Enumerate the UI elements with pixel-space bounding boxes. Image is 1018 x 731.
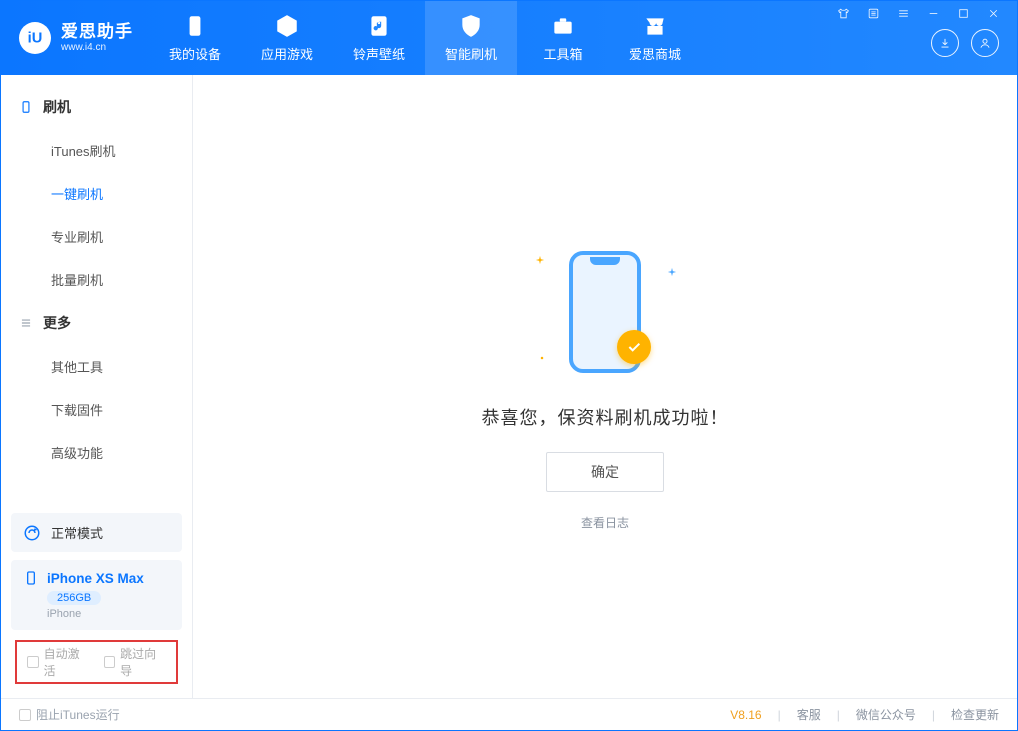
tab-label: 工具箱 (543, 44, 582, 63)
wechat-link[interactable]: 微信公众号 (856, 706, 916, 723)
sidebar-item-pro-flash[interactable]: 专业刷机 (1, 215, 192, 258)
download-icon[interactable] (931, 29, 959, 57)
brand-name: 爱思助手 (61, 23, 133, 42)
sidebar-item-batch-flash[interactable]: 批量刷机 (1, 258, 192, 301)
device-name: iPhone XS Max (47, 571, 144, 586)
statusbar: 阻止iTunes运行 V8.16 | 客服 | 微信公众号 | 检查更新 (1, 698, 1017, 730)
tab-ringtones[interactable]: 铃声壁纸 (333, 1, 425, 75)
mode-card[interactable]: 正常模式 (11, 513, 182, 552)
block-itunes-checkbox[interactable]: 阻止iTunes运行 (19, 706, 120, 723)
device-card[interactable]: iPhone XS Max 256GB iPhone (11, 560, 182, 630)
sidebar-group-more-title: 更多 (1, 301, 192, 345)
brand-url: www.i4.cn (61, 42, 133, 53)
tab-label: 智能刷机 (445, 44, 497, 63)
nav-tabs: 我的设备 应用游戏 铃声壁纸 智能刷机 工具箱 爱思商城 (149, 1, 701, 75)
auto-activate-checkbox[interactable]: 自动激活 (27, 645, 90, 679)
tab-toolbox[interactable]: 工具箱 (517, 1, 609, 75)
checkbox-icon (27, 656, 39, 668)
sidebar-item-onekey-flash[interactable]: 一键刷机 (1, 172, 192, 215)
sidebar-item-download-firmware[interactable]: 下载固件 (1, 388, 192, 431)
phone-icon (23, 570, 39, 586)
shield-refresh-icon (458, 13, 484, 39)
minimize-button[interactable] (925, 5, 941, 21)
tab-label: 爱思商城 (629, 44, 681, 63)
check-update-link[interactable]: 检查更新 (951, 706, 999, 723)
checkbox-icon (19, 709, 31, 721)
brand: iU 爱思助手 www.i4.cn (1, 1, 149, 75)
support-link[interactable]: 客服 (797, 706, 821, 723)
header-actions (931, 29, 1011, 57)
tab-flash[interactable]: 智能刷机 (425, 1, 517, 75)
options-highlight: 自动激活 跳过向导 (15, 640, 178, 684)
device-type: iPhone (47, 608, 170, 620)
checkbox-icon (104, 656, 116, 668)
titlebar: iU 爱思助手 www.i4.cn 我的设备 应用游戏 铃声壁纸 智能 (1, 1, 1017, 75)
tab-label: 我的设备 (169, 44, 221, 63)
header-right (835, 1, 1017, 75)
mode-icon (23, 524, 41, 542)
sidebar-item-advanced[interactable]: 高级功能 (1, 431, 192, 474)
list-icon (19, 316, 33, 330)
sparkle-icon (667, 264, 677, 282)
device-icon (19, 100, 33, 114)
phone-icon (182, 13, 208, 39)
toolbox-icon (550, 13, 576, 39)
main-panel: 恭喜您，保资料刷机成功啦！ 确定 查看日志 (193, 75, 1017, 698)
sparkle-icon (537, 350, 547, 368)
sidebar-group-flash-title: 刷机 (1, 85, 192, 129)
view-logs-link[interactable]: 查看日志 (581, 514, 629, 531)
logo-icon: iU (24, 27, 46, 49)
maximize-button[interactable] (955, 5, 971, 21)
mode-label: 正常模式 (51, 523, 103, 542)
tab-my-device[interactable]: 我的设备 (149, 1, 241, 75)
window-controls (835, 5, 1011, 21)
menu-icon[interactable] (895, 5, 911, 21)
sidebar: 刷机 iTunes刷机 一键刷机 专业刷机 批量刷机 更多 其他工具 下载固件 … (1, 75, 193, 698)
checkmark-badge-icon (617, 330, 651, 364)
list-icon[interactable] (865, 5, 881, 21)
cube-icon (274, 13, 300, 39)
sparkle-icon (535, 252, 545, 270)
success-illustration (515, 242, 695, 382)
close-button[interactable] (985, 5, 1001, 21)
sidebar-item-other-tools[interactable]: 其他工具 (1, 345, 192, 388)
app-window: iU 爱思助手 www.i4.cn 我的设备 应用游戏 铃声壁纸 智能 (0, 0, 1018, 731)
user-icon[interactable] (971, 29, 999, 57)
success-message: 恭喜您，保资料刷机成功啦！ (482, 404, 729, 430)
skip-guide-checkbox[interactable]: 跳过向导 (104, 645, 167, 679)
body: 刷机 iTunes刷机 一键刷机 专业刷机 批量刷机 更多 其他工具 下载固件 … (1, 75, 1017, 698)
shirt-icon[interactable] (835, 5, 851, 21)
store-icon (642, 13, 668, 39)
brand-logo-icon: iU (19, 22, 51, 54)
svg-text:iU: iU (28, 31, 43, 47)
ok-button[interactable]: 确定 (546, 452, 664, 492)
sidebar-item-itunes-flash[interactable]: iTunes刷机 (1, 129, 192, 172)
version-label: V8.16 (730, 708, 761, 722)
tab-label: 铃声壁纸 (353, 44, 405, 63)
tab-apps[interactable]: 应用游戏 (241, 1, 333, 75)
tab-label: 应用游戏 (261, 44, 313, 63)
device-storage: 256GB (47, 591, 101, 605)
music-icon (366, 13, 392, 39)
tab-store[interactable]: 爱思商城 (609, 1, 701, 75)
